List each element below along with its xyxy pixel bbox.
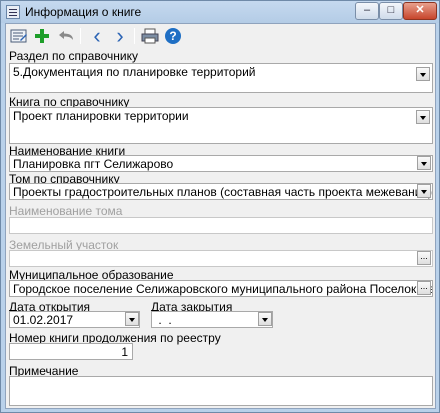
- book-info-form: ‹ › ? Раздел по справочнику 5.Документац…: [5, 23, 436, 409]
- minimize-button[interactable]: –: [355, 2, 379, 20]
- book-ref-dropdown-button[interactable]: [416, 110, 430, 124]
- volume-name-field[interactable]: [9, 217, 433, 234]
- form-icon[interactable]: [9, 27, 29, 45]
- help-icon[interactable]: ?: [163, 27, 183, 45]
- back-glyph: ‹: [93, 23, 101, 48]
- close-date-field[interactable]: . .: [151, 311, 273, 328]
- land-plot-field[interactable]: [9, 250, 433, 267]
- window: Информация о книге – □ ✕ ‹ › ? Раздел по…: [0, 0, 440, 413]
- help-glyph: ?: [169, 29, 177, 43]
- book-name-dropdown-button[interactable]: [417, 156, 431, 170]
- continuation-field[interactable]: 1: [9, 343, 133, 360]
- forward-glyph: ›: [116, 23, 124, 48]
- close-button[interactable]: ✕: [403, 2, 437, 20]
- maximize-button[interactable]: □: [379, 2, 403, 20]
- land-plot-browse-button[interactable]: ...: [417, 251, 431, 265]
- toolbar-separator: [134, 28, 135, 44]
- section-field[interactable]: 5.Документация по планировке территорий: [9, 63, 433, 93]
- add-icon[interactable]: [32, 27, 52, 45]
- municipality-field[interactable]: Городское поселение Селижаровского муниц…: [9, 280, 433, 297]
- book-name-field[interactable]: Планировка пгт Селижарово: [9, 155, 433, 172]
- section-dropdown-button[interactable]: [416, 67, 430, 81]
- app-icon: [6, 5, 20, 19]
- close-date-dropdown-button[interactable]: [258, 312, 272, 326]
- undo-icon[interactable]: [56, 27, 76, 45]
- toolbar-separator: [80, 28, 81, 44]
- volume-ref-dropdown-button[interactable]: [417, 184, 431, 198]
- municipality-browse-button[interactable]: ...: [417, 281, 431, 295]
- back-icon[interactable]: ‹: [87, 23, 107, 48]
- forward-icon[interactable]: ›: [110, 23, 130, 48]
- print-icon[interactable]: [140, 27, 160, 45]
- volume-ref-field[interactable]: Проекты градостроительных планов (состав…: [9, 183, 433, 200]
- toolbar: ‹ › ?: [6, 24, 435, 48]
- title-bar[interactable]: Информация о книге – □ ✕: [1, 1, 439, 23]
- open-date-field[interactable]: 01.02.2017: [9, 311, 140, 328]
- open-date-dropdown-button[interactable]: [125, 312, 139, 326]
- note-field[interactable]: [9, 376, 433, 406]
- section-label: Раздел по справочнику: [9, 49, 138, 63]
- volume-name-label: Наименование тома: [9, 204, 123, 218]
- book-ref-field[interactable]: Проект планировки территории: [9, 107, 433, 144]
- window-title: Информация о книге: [25, 5, 142, 19]
